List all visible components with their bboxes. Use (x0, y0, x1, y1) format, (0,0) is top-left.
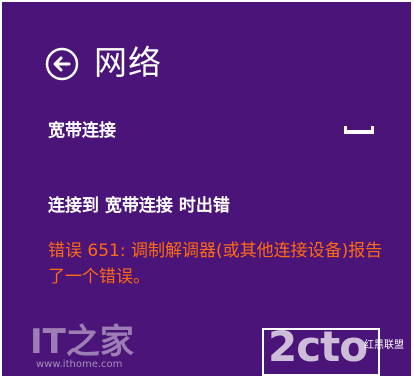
ethernet-icon (344, 126, 374, 134)
back-button[interactable] (45, 47, 79, 81)
back-arrow-icon (45, 47, 79, 81)
ithome-watermark: IT之家 (30, 322, 134, 362)
error-heading: 连接到 宽带连接 时出错 (48, 196, 230, 216)
watermark-url: www.ithome.com (36, 359, 123, 370)
connection-name: 宽带连接 (48, 121, 116, 141)
page-title: 网络 (94, 43, 162, 82)
close-button[interactable] (262, 328, 380, 376)
error-message: 错误 651: 调制解调器(或其他连接设备)报告了一个错误。 (48, 241, 383, 287)
network-flyout: 网络 宽带连接 连接到 宽带连接 时出错 错误 651: 调制解调器(或其他连接… (2, 2, 411, 376)
